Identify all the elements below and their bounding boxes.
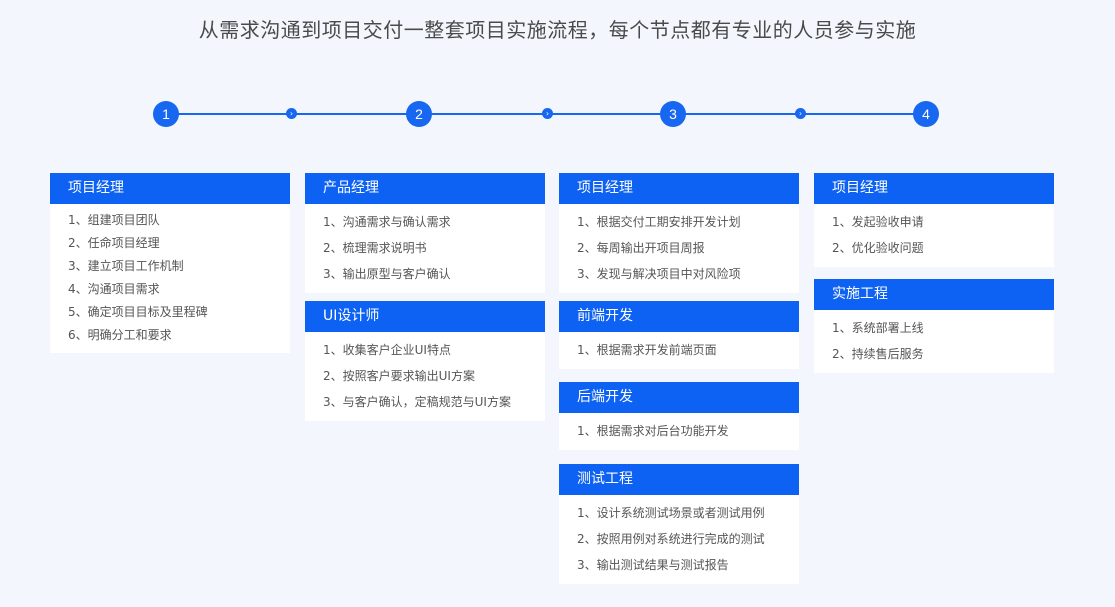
- list-item: 1、沟通需求与确认需求: [323, 215, 451, 229]
- list-item: 3、建立项目工作机制: [68, 259, 184, 273]
- chevron-right-icon: ›: [795, 108, 806, 119]
- chevron-right-icon: ›: [542, 108, 553, 119]
- card-product-manager: 产品经理 1、沟通需求与确认需求 2、梳理需求说明书 3、输出原型与客户确认: [305, 173, 545, 293]
- list-item: 1、系统部署上线: [832, 321, 924, 335]
- list-item: 3、输出原型与客户确认: [323, 267, 451, 281]
- list-item: 3、输出测试结果与测试报告: [577, 558, 729, 572]
- card-ui-designer: UI设计师 1、收集客户企业UI特点 2、按照客户要求输出UI方案 3、与客户确…: [305, 301, 545, 421]
- list-item: 2、梳理需求说明书: [323, 241, 427, 255]
- card-list: 1、设计系统测试场景或者测试用例 2、按照用例对系统进行完成的测试 3、输出测试…: [559, 495, 799, 584]
- list-item: 2、任命项目经理: [68, 236, 160, 250]
- list-item: 5、确定项目目标及里程碑: [68, 305, 208, 319]
- card-title: UI设计师: [305, 301, 545, 332]
- card-list: 1、根据需求对后台功能开发: [559, 413, 799, 450]
- list-item: 4、沟通项目需求: [68, 282, 160, 296]
- card-title: 项目经理: [50, 173, 290, 204]
- step-4-marker: 4: [913, 101, 939, 127]
- card-title: 后端开发: [559, 382, 799, 413]
- list-item: 1、组建项目团队: [68, 213, 160, 227]
- card-title: 项目经理: [559, 173, 799, 204]
- card-title: 产品经理: [305, 173, 545, 204]
- card-project-manager-phase1: 项目经理 1、组建项目团队 2、任命项目经理 3、建立项目工作机制 4、沟通项目…: [50, 173, 290, 353]
- list-item: 2、每周输出开项目周报: [577, 241, 705, 255]
- card-list: 1、沟通需求与确认需求 2、梳理需求说明书 3、输出原型与客户确认: [305, 204, 545, 293]
- card-title: 前端开发: [559, 301, 799, 332]
- card-title: 测试工程: [559, 464, 799, 495]
- card-list: 1、组建项目团队 2、任命项目经理 3、建立项目工作机制 4、沟通项目需求 5、…: [50, 204, 290, 353]
- card-project-manager-phase4: 项目经理 1、发起验收申请 2、优化验收问题: [814, 173, 1054, 267]
- card-list: 1、收集客户企业UI特点 2、按照客户要求输出UI方案 3、与客户确认，定稿规范…: [305, 332, 545, 421]
- list-item: 1、发起验收申请: [832, 215, 924, 229]
- list-item: 2、优化验收问题: [832, 241, 924, 255]
- card-implementation-engineering: 实施工程 1、系统部署上线 2、持续售后服务: [814, 279, 1054, 373]
- list-item: 1、根据需求对后台功能开发: [577, 424, 729, 438]
- chevron-right-icon: ›: [286, 108, 297, 119]
- step-3-marker: 3: [660, 101, 686, 127]
- card-title: 实施工程: [814, 279, 1054, 310]
- list-item: 1、根据交付工期安排开发计划: [577, 215, 741, 229]
- card-list: 1、系统部署上线 2、持续售后服务: [814, 310, 1054, 373]
- card-title: 项目经理: [814, 173, 1054, 204]
- list-item: 6、明确分工和要求: [68, 328, 172, 342]
- card-list: 1、根据需求开发前端页面: [559, 332, 799, 369]
- list-item: 2、按照用例对系统进行完成的测试: [577, 532, 765, 546]
- card-list: 1、根据交付工期安排开发计划 2、每周输出开项目周报 3、发现与解决项目中对风险…: [559, 204, 799, 293]
- card-frontend-dev: 前端开发 1、根据需求开发前端页面: [559, 301, 799, 369]
- page-headline: 从需求沟通到项目交付一整套项目实施流程，每个节点都有专业的人员参与实施: [198, 18, 917, 42]
- step-1-marker: 1: [153, 101, 179, 127]
- card-backend-dev: 后端开发 1、根据需求对后台功能开发: [559, 382, 799, 450]
- list-item: 2、按照客户要求输出UI方案: [323, 369, 475, 383]
- list-item: 1、收集客户企业UI特点: [323, 343, 451, 357]
- list-item: 1、设计系统测试场景或者测试用例: [577, 506, 765, 520]
- list-item: 3、发现与解决项目中对风险项: [577, 267, 741, 281]
- list-item: 2、持续售后服务: [832, 347, 924, 361]
- card-project-manager-phase3: 项目经理 1、根据交付工期安排开发计划 2、每周输出开项目周报 3、发现与解决项…: [559, 173, 799, 293]
- list-item: 1、根据需求开发前端页面: [577, 343, 717, 357]
- list-item: 3、与客户确认，定稿规范与UI方案: [323, 395, 511, 409]
- card-test-engineering: 测试工程 1、设计系统测试场景或者测试用例 2、按照用例对系统进行完成的测试 3…: [559, 464, 799, 584]
- step-2-marker: 2: [406, 101, 432, 127]
- card-list: 1、发起验收申请 2、优化验收问题: [814, 204, 1054, 267]
